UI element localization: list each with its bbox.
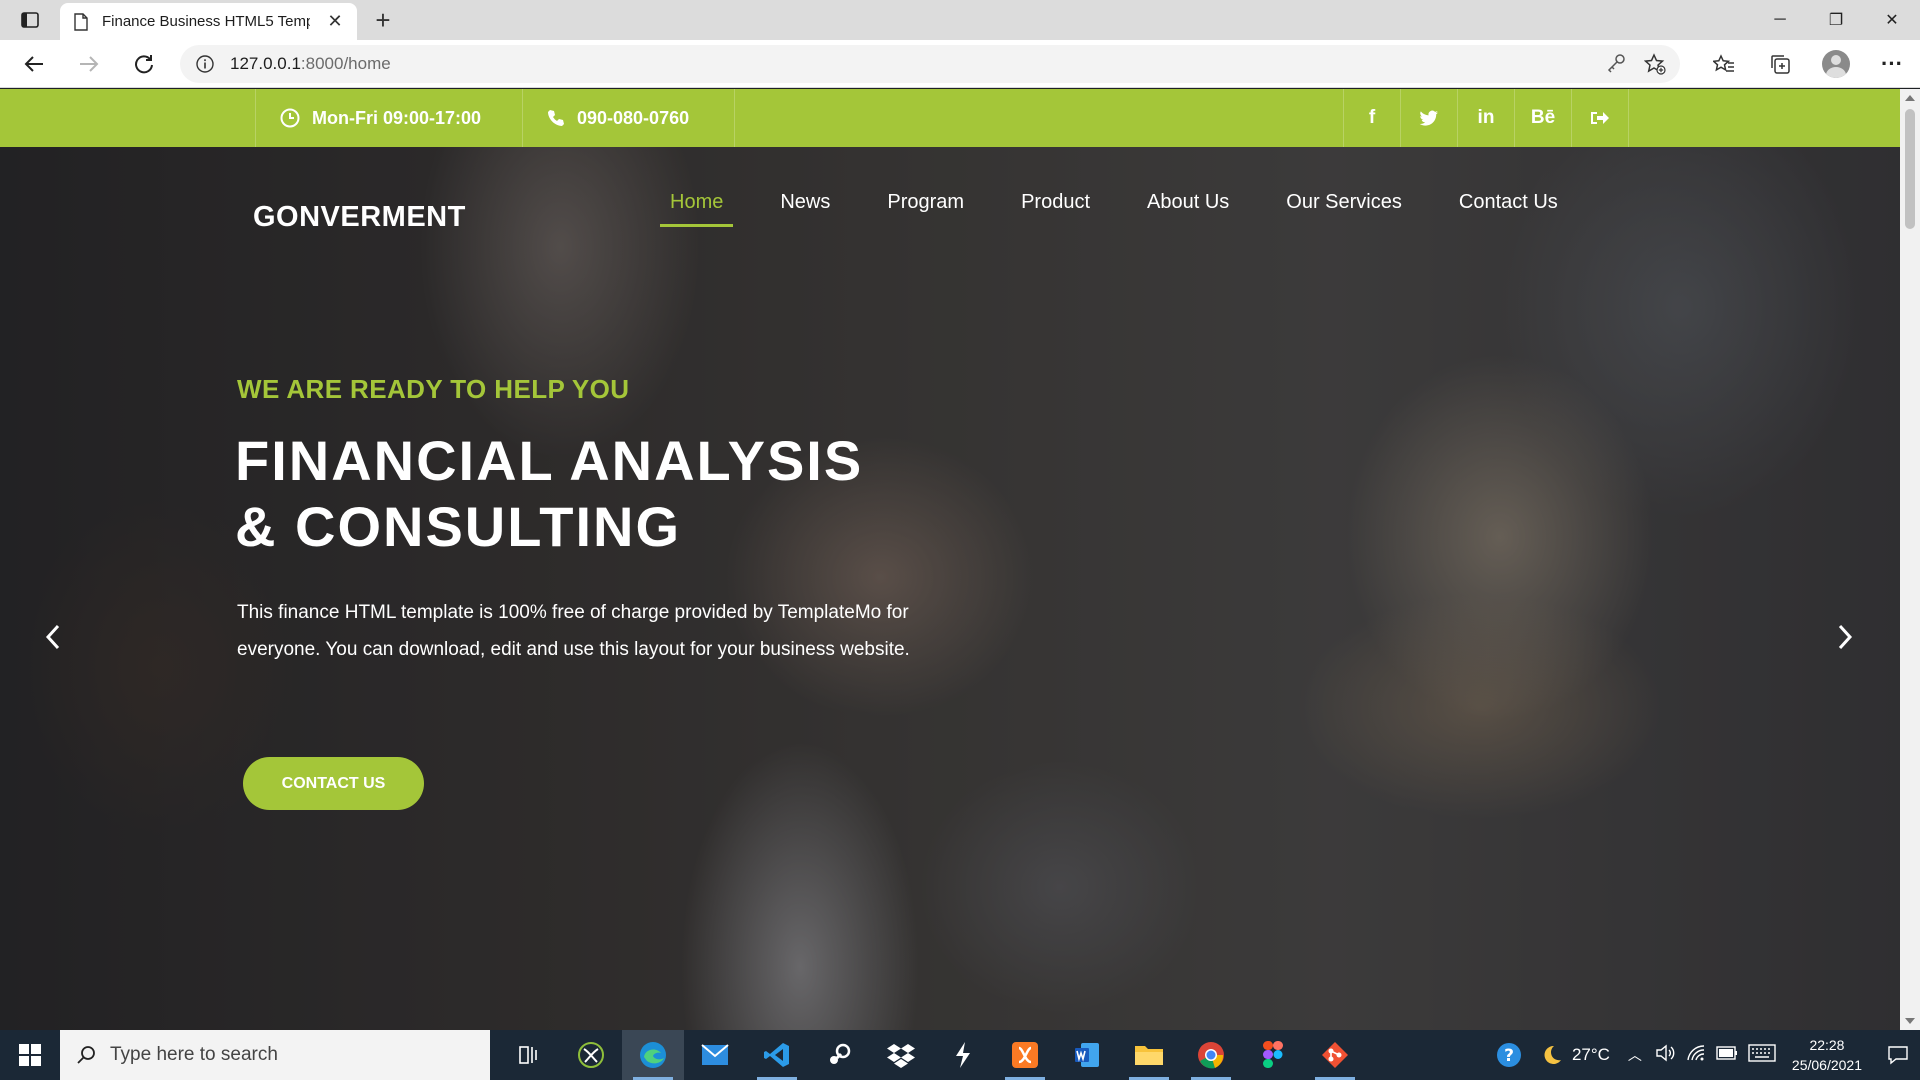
weather-temp[interactable]: 27°C: [1572, 1045, 1610, 1065]
battery-icon[interactable]: [1716, 1045, 1738, 1065]
phone-icon: [548, 110, 564, 126]
menu-item-product[interactable]: Product: [1021, 191, 1090, 227]
svg-text:?: ?: [1504, 1046, 1514, 1066]
refresh-icon[interactable]: [128, 48, 160, 80]
back-icon[interactable]: [18, 48, 50, 80]
wifi-icon[interactable]: [1686, 1044, 1706, 1067]
hero-slider: GONVERMENT Home News Program Product Abo…: [0, 147, 1900, 1030]
figma-icon[interactable]: [1242, 1030, 1304, 1080]
url-path: :8000/home: [300, 54, 391, 73]
weather-icon[interactable]: [1532, 1043, 1572, 1067]
site-logo[interactable]: GONVERMENT: [253, 201, 466, 234]
file-explorer-icon[interactable]: [1118, 1030, 1180, 1080]
menu-item-home[interactable]: Home: [659, 191, 734, 227]
new-tab-button[interactable]: +: [368, 5, 398, 35]
hours-info: Mon-Fri 09:00-17:00: [255, 89, 522, 147]
social-links: f in Bē: [1343, 89, 1629, 147]
search-placeholder: Type here to search: [110, 1044, 278, 1065]
favorites-icon[interactable]: [1696, 44, 1752, 84]
key-icon[interactable]: [1606, 53, 1626, 73]
page-icon: [74, 12, 88, 31]
word-icon[interactable]: [1056, 1030, 1118, 1080]
task-view-icon[interactable]: [498, 1030, 560, 1080]
phone-text: 090-080-0760: [577, 107, 690, 128]
scroll-thumb[interactable]: [1905, 109, 1915, 229]
contact-topbar: Mon-Fri 09:00-17:00 090-080-0760 f in Bē: [0, 89, 1900, 147]
phone-info: 090-080-0760: [522, 89, 735, 147]
address-bar[interactable]: 127.0.0.1:8000/home: [180, 45, 1680, 83]
clock-time: 22:28: [1809, 1037, 1845, 1053]
browser-tab[interactable]: Finance Business HTML5 Templat ✕: [60, 3, 357, 40]
more-icon[interactable]: ···: [1864, 44, 1920, 84]
url-text: 127.0.0.1:8000/home: [230, 54, 391, 74]
clock-date: 25/06/2021: [1791, 1057, 1862, 1073]
close-tab-icon[interactable]: ✕: [325, 11, 345, 31]
add-favorite-icon[interactable]: [1644, 53, 1666, 75]
app-bolt-icon[interactable]: [932, 1030, 994, 1080]
menu-item-contact-us[interactable]: Contact Us: [1459, 191, 1558, 227]
menu-item-news[interactable]: News: [780, 191, 830, 227]
chrome-icon[interactable]: [1180, 1030, 1242, 1080]
sign-in-icon[interactable]: [1572, 89, 1629, 147]
clock-icon: [280, 108, 300, 128]
system-clock[interactable]: 22:28 25/06/2021: [1792, 1035, 1862, 1075]
contact-us-button[interactable]: CONTACT US: [243, 757, 424, 810]
minimize-icon[interactable]: ─: [1752, 0, 1808, 40]
windows-start-icon[interactable]: [0, 1030, 60, 1080]
taskbar-apps: [498, 1030, 1366, 1080]
slider-prev-icon[interactable]: [38, 617, 68, 657]
headline-line-1: FINANCIAL ANALYSIS: [235, 429, 864, 492]
hours-text: Mon-Fri 09:00-17:00: [312, 107, 482, 128]
dropbox-icon[interactable]: [870, 1030, 932, 1080]
steam-icon[interactable]: [808, 1030, 870, 1080]
linkedin-icon[interactable]: in: [1458, 89, 1515, 147]
windows-taskbar: Type here to search ? 27°C ︿ 22:28 25/06…: [0, 1030, 1920, 1080]
forward-icon[interactable]: [73, 48, 105, 80]
main-menu: Home News Program Product About Us Our S…: [659, 191, 1615, 227]
info-icon[interactable]: [196, 55, 214, 73]
restore-icon[interactable]: ❐: [1808, 0, 1864, 40]
collections-icon[interactable]: [1752, 44, 1808, 84]
menu-item-our-services[interactable]: Our Services: [1286, 191, 1402, 227]
chevron-up-icon[interactable]: ︿: [1628, 1045, 1642, 1065]
page-scrollbar[interactable]: [1900, 89, 1920, 1030]
behance-icon[interactable]: Bē: [1515, 89, 1572, 147]
mail-icon[interactable]: [684, 1030, 746, 1080]
scroll-down-icon[interactable]: [1905, 1018, 1915, 1024]
vscode-icon[interactable]: [746, 1030, 808, 1080]
edge-icon[interactable]: [622, 1030, 684, 1080]
browser-tab-bar: Finance Business HTML5 Templat ✕ + ─ ❐ ✕: [0, 0, 1920, 40]
facebook-icon[interactable]: f: [1344, 89, 1401, 147]
browser-toolbar: 127.0.0.1:8000/home ···: [0, 40, 1920, 88]
headline-line-2: & CONSULTING: [235, 495, 682, 558]
xampp-icon[interactable]: [994, 1030, 1056, 1080]
system-tray: ? 27°C ︿ 22:28 25/06/2021: [1486, 1030, 1920, 1080]
hero-headline: FINANCIAL ANALYSIS & CONSULTING: [235, 428, 863, 560]
hero-tagline: WE ARE READY TO HELP YOU: [237, 374, 630, 404]
hero-description: This finance HTML template is 100% free …: [237, 602, 910, 660]
help-icon[interactable]: ?: [1486, 1041, 1532, 1069]
menu-item-program[interactable]: Program: [887, 191, 964, 227]
slider-next-icon[interactable]: [1830, 617, 1860, 657]
menu-item-about-us[interactable]: About Us: [1147, 191, 1229, 227]
web-page: Mon-Fri 09:00-17:00 090-080-0760 f in Bē…: [0, 89, 1900, 1030]
profile-avatar[interactable]: [1808, 44, 1864, 84]
tab-actions-icon[interactable]: [14, 6, 46, 34]
keyboard-icon[interactable]: [1748, 1043, 1776, 1067]
notifications-icon[interactable]: [1876, 1045, 1920, 1065]
tab-title: Finance Business HTML5 Templat: [102, 13, 310, 30]
url-host: 127.0.0.1: [230, 54, 301, 73]
twitter-icon[interactable]: [1401, 89, 1458, 147]
scroll-up-icon[interactable]: [1905, 95, 1915, 101]
window-close-icon[interactable]: ✕: [1864, 0, 1920, 40]
xbox-icon[interactable]: [560, 1030, 622, 1080]
volume-icon[interactable]: [1656, 1044, 1676, 1067]
search-icon: [77, 1046, 95, 1064]
git-kraken-icon[interactable]: [1304, 1030, 1366, 1080]
taskbar-search[interactable]: Type here to search: [60, 1030, 490, 1080]
